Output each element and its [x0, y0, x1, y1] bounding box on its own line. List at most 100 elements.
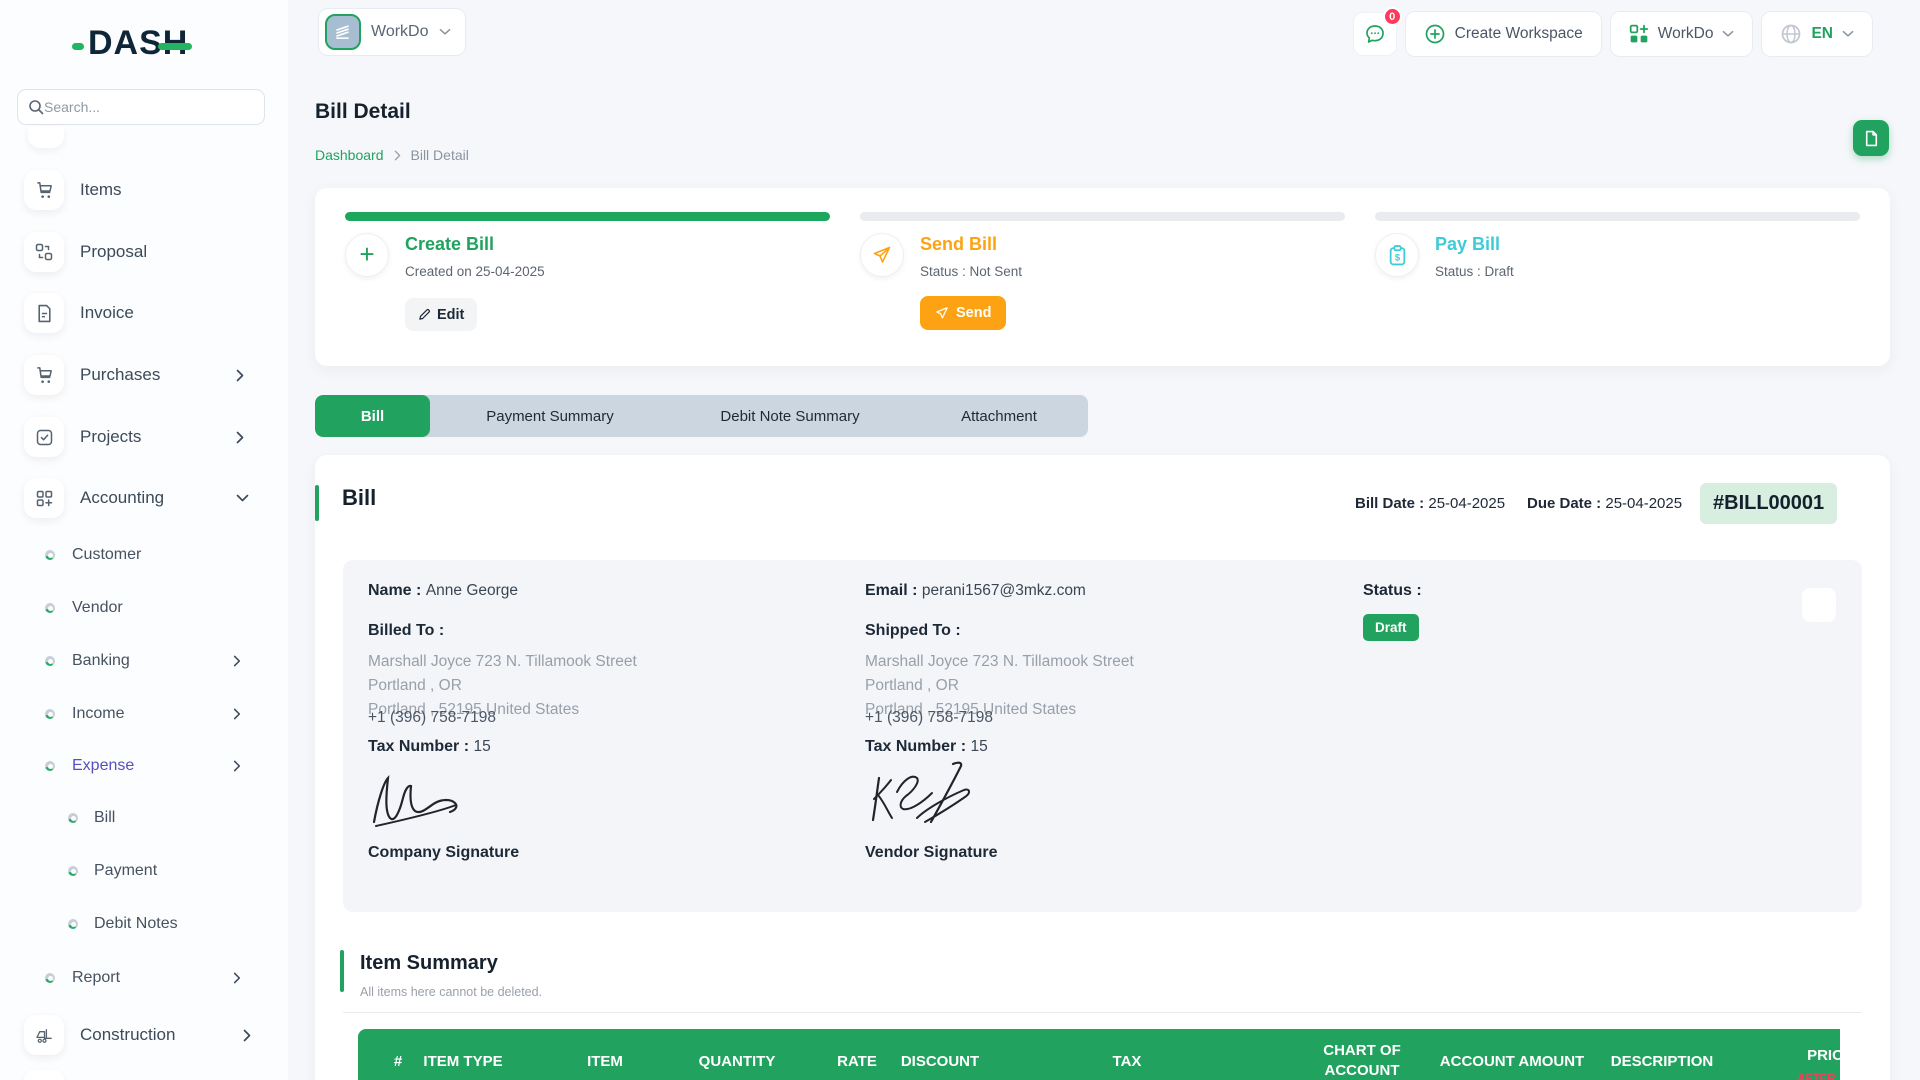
col-price: PRICE — [1807, 1047, 1840, 1064]
billed-to-tax: Tax Number : 15 — [368, 738, 491, 755]
bullet-icon — [45, 761, 55, 771]
col-rate: RATE — [837, 1053, 877, 1070]
divider — [343, 1012, 1862, 1013]
sidebar-item-expense[interactable]: Expense — [0, 751, 288, 781]
bill-name: Name : Anne George — [368, 582, 519, 599]
cart-icon — [24, 355, 64, 395]
breadcrumb-dashboard-link[interactable]: Dashboard — [315, 147, 384, 163]
sidebar-item-accounting[interactable]: Accounting — [0, 476, 288, 520]
bill-date: Bill Date : 25-04-2025 — [1355, 495, 1506, 512]
sidebar-partial-item-top — [28, 126, 64, 148]
notification-badge: 0 — [1382, 7, 1402, 26]
chevron-right-icon — [233, 708, 241, 720]
col-description: DESCRIPTION — [1610, 1053, 1714, 1070]
svg-text:$: $ — [1394, 252, 1400, 263]
circle-plus-icon — [1425, 24, 1445, 44]
search-icon — [29, 100, 44, 115]
col-chart-of-account: CHART OF ACCOUNT — [1323, 1042, 1401, 1079]
bill-detail-tabs: Bill Payment Summary Debit Note Summary … — [315, 395, 1088, 437]
bullet-icon — [68, 813, 78, 823]
sidebar-item-vendor[interactable]: Vendor — [0, 593, 288, 623]
tab-payment-summary[interactable]: Payment Summary — [430, 395, 670, 437]
bill-section-title: Bill — [342, 485, 377, 510]
bullet-icon — [68, 866, 78, 876]
page-title: Bill Detail — [315, 100, 411, 123]
chevron-right-icon — [233, 972, 241, 984]
topbar-actions: 0 Create Workspace WorkDo EN — [1352, 7, 1873, 57]
paper-plane-icon — [936, 307, 948, 319]
bill-progress-card: + Create Bill Created on 25-04-2025 Edit… — [315, 188, 1890, 366]
sidebar-item-bill[interactable]: Bill — [0, 803, 288, 833]
status-badge: Draft — [1363, 614, 1419, 641]
bill-number-badge: #BILL00001 — [1700, 483, 1838, 524]
sidebar-item-customer[interactable]: Customer — [0, 540, 288, 570]
billed-to-label: Billed To : — [368, 622, 445, 639]
workspace-selector[interactable]: WorkDo — [318, 8, 466, 56]
tab-bill[interactable]: Bill — [315, 395, 430, 437]
sidebar-item-construction[interactable]: Construction — [0, 1013, 288, 1057]
globe-icon — [1782, 24, 1801, 44]
brand-logo[interactable]: DASH — [72, 24, 193, 63]
tab-debit-note-summary[interactable]: Debit Note Summary — [670, 395, 910, 437]
shipped-to-tax: Tax Number : 15 — [865, 738, 988, 755]
sidebar-search[interactable] — [17, 89, 265, 125]
proposal-icon — [24, 232, 64, 272]
status-label: Status : — [1363, 582, 1422, 599]
sidebar-item-projects[interactable]: Projects — [0, 415, 288, 459]
chevron-down-icon — [439, 28, 450, 35]
sidebar-item-invoice[interactable]: Invoice — [0, 291, 288, 335]
item-summary-subtitle: All items here cannot be deleted. — [360, 985, 543, 999]
section-accent — [340, 950, 344, 992]
vendor-signature-label: Vendor Signature — [865, 844, 998, 861]
col-number: # — [393, 1053, 403, 1070]
step-send-bill: Send Bill Status : Not Sent Send — [860, 188, 1345, 366]
col-item: ITEM — [587, 1053, 623, 1070]
sidebar-item-income[interactable]: Income — [0, 699, 288, 729]
create-workspace-button[interactable]: Create Workspace — [1404, 11, 1602, 57]
sidebar-item-proposal[interactable]: Proposal — [0, 230, 288, 274]
step-pay-bill: $ Pay Bill Status : Draft — [1375, 188, 1860, 366]
breadcrumb-current: Bill Detail — [410, 147, 469, 163]
due-date: Due Date : 25-04-2025 — [1527, 495, 1683, 512]
sidebar-item-items[interactable]: Items — [0, 168, 288, 212]
bullet-icon — [45, 550, 55, 560]
company-signature-label: Company Signature — [368, 844, 520, 861]
section-accent — [315, 485, 319, 521]
language-selector[interactable]: EN — [1761, 11, 1873, 57]
bill-card: Bill Bill Date : 25-04-2025 Due Date : 2… — [315, 455, 1890, 1080]
col-tax: TAX — [1112, 1053, 1142, 1070]
pencil-icon — [419, 309, 430, 320]
send-bill-button[interactable]: Send — [920, 296, 1007, 330]
edit-bill-button[interactable]: Edit — [405, 298, 478, 331]
bullet-icon — [45, 973, 55, 983]
sidebar-item-report[interactable]: Report — [0, 963, 288, 993]
file-icon — [24, 293, 64, 333]
logo-dash-accent — [72, 43, 84, 50]
chevron-right-icon — [236, 431, 244, 444]
item-table: # ITEM TYPE ITEM QUANTITY RATE DISCOUNT … — [358, 1029, 1840, 1080]
bullet-icon — [45, 603, 55, 613]
chevron-right-icon — [233, 760, 241, 772]
bullet-icon — [45, 656, 55, 666]
grid-plus-icon — [1629, 24, 1648, 43]
document-icon — [1865, 130, 1877, 146]
step-create-bill: + Create Bill Created on 25-04-2025 Edit — [345, 188, 830, 366]
check-square-icon — [24, 417, 64, 457]
sidebar-item-payment[interactable]: Payment — [0, 856, 288, 886]
chevron-right-icon — [394, 150, 400, 160]
sidebar-item-debit-notes[interactable]: Debit Notes — [0, 909, 288, 939]
paper-plane-icon — [860, 233, 904, 277]
search-input[interactable] — [44, 99, 244, 115]
sidebar-item-banking[interactable]: Banking — [0, 646, 288, 676]
item-table-header: # ITEM TYPE ITEM QUANTITY RATE DISCOUNT … — [358, 1029, 1840, 1080]
messages-button[interactable]: 0 — [1352, 7, 1402, 56]
tab-attachment[interactable]: Attachment — [910, 395, 1088, 437]
grid-plus-icon — [24, 478, 64, 518]
export-document-button[interactable] — [1853, 120, 1889, 156]
workdo-menu-button[interactable]: WorkDo — [1609, 11, 1754, 57]
chevron-down-icon — [1723, 30, 1734, 37]
company-signature-image — [372, 774, 458, 827]
item-summary-title: Item Summary — [360, 952, 498, 974]
col-item-type: ITEM TYPE — [423, 1053, 503, 1070]
sidebar-item-purchases[interactable]: Purchases — [0, 353, 288, 397]
